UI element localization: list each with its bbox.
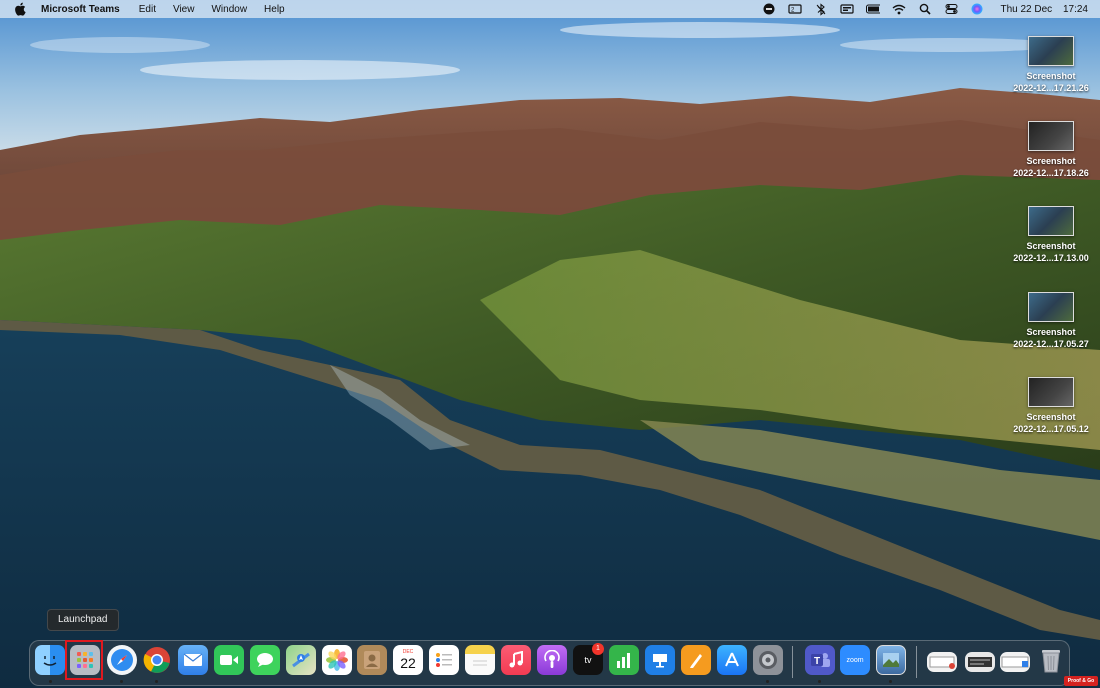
numbers-icon[interactable] bbox=[609, 645, 639, 675]
desktop-file-screenshot-4[interactable]: Screenshot 2022-12...17.05.27 bbox=[1008, 292, 1094, 350]
running-indicator bbox=[889, 680, 892, 683]
spotlight-search-icon[interactable] bbox=[918, 2, 932, 16]
screenshot-stack-icon[interactable] bbox=[965, 652, 995, 672]
app-store-icon[interactable] bbox=[717, 645, 747, 675]
running-indicator bbox=[766, 680, 769, 683]
apple-menu-icon[interactable] bbox=[14, 2, 28, 16]
file-name: Screenshot bbox=[1026, 156, 1076, 166]
file-subname: 2022-12...17.21.26 bbox=[1013, 83, 1089, 93]
bluetooth-off-icon[interactable] bbox=[814, 2, 828, 16]
dock-separator bbox=[792, 646, 793, 678]
desktop-file-screenshot-3[interactable]: Screenshot 2022-12...17.13.00 bbox=[1008, 206, 1094, 264]
messages-icon[interactable] bbox=[250, 645, 280, 675]
screenshot-thumbnail-icon bbox=[1028, 121, 1074, 151]
file-name: Screenshot bbox=[1026, 241, 1076, 251]
file-subname: 2022-12...17.05.27 bbox=[1013, 339, 1089, 349]
mail-icon[interactable] bbox=[178, 645, 208, 675]
dock-separator bbox=[916, 646, 917, 678]
keyboard-input-icon[interactable] bbox=[840, 2, 855, 16]
clock-date: Thu 22 Dec bbox=[1000, 3, 1053, 15]
safari-icon[interactable] bbox=[107, 645, 137, 675]
music-icon[interactable] bbox=[501, 645, 531, 675]
file-name: Screenshot bbox=[1026, 412, 1076, 422]
desktop-file-screenshot-1[interactable]: Screenshot 2022-12...17.21.26 bbox=[1008, 36, 1094, 94]
calendar-icon[interactable]: DEC 22 bbox=[393, 645, 423, 675]
screenshot-stack-icon[interactable] bbox=[1000, 652, 1030, 672]
launchpad-highlight-box bbox=[65, 640, 103, 680]
notification-badge: 1 bbox=[592, 643, 604, 655]
screenshot-thumbnail-icon bbox=[1028, 292, 1074, 322]
svg-text:T: T bbox=[814, 656, 820, 667]
notes-icon[interactable] bbox=[465, 645, 495, 675]
screenshot-stack-icon[interactable] bbox=[927, 652, 957, 672]
file-subname: 2022-12...17.05.12 bbox=[1013, 424, 1089, 434]
system-preferences-icon[interactable] bbox=[753, 645, 783, 675]
trash-icon[interactable] bbox=[1036, 645, 1066, 675]
running-indicator bbox=[818, 680, 821, 683]
window-menu[interactable]: Window bbox=[211, 4, 247, 15]
preview-icon[interactable] bbox=[876, 645, 906, 675]
running-indicator bbox=[49, 680, 52, 683]
wifi-icon[interactable] bbox=[892, 2, 906, 16]
edit-menu[interactable]: Edit bbox=[139, 4, 156, 15]
pages-icon[interactable] bbox=[681, 645, 711, 675]
view-menu[interactable]: View bbox=[173, 4, 195, 15]
podcasts-icon[interactable] bbox=[537, 645, 567, 675]
contacts-icon[interactable] bbox=[357, 645, 387, 675]
teams-icon[interactable]: T bbox=[805, 645, 835, 675]
screenshot-thumbnail-icon bbox=[1028, 377, 1074, 407]
desktop-wallpaper bbox=[0, 0, 1100, 688]
reminders-icon[interactable] bbox=[429, 645, 459, 675]
siri-icon[interactable] bbox=[970, 2, 984, 16]
desktop-file-screenshot-2[interactable]: Screenshot 2022-12...17.18.26 bbox=[1008, 121, 1094, 179]
menu-bar: Microsoft Teams Edit View Window Help 2 bbox=[0, 0, 1100, 18]
maps-icon[interactable] bbox=[286, 645, 316, 675]
tv-label: tv bbox=[584, 655, 592, 665]
file-name: Screenshot bbox=[1026, 327, 1076, 337]
file-subname: 2022-12...17.18.26 bbox=[1013, 168, 1089, 178]
menu-bar-clock[interactable]: Thu 22 Dec 17:24 bbox=[1000, 4, 1088, 15]
watermark-logo: Proof & Go bbox=[1064, 676, 1098, 686]
photos-icon[interactable] bbox=[322, 645, 352, 675]
help-menu[interactable]: Help bbox=[264, 4, 285, 15]
desktop-file-screenshot-5[interactable]: Screenshot 2022-12...17.05.12 bbox=[1008, 377, 1094, 435]
zoom-label: zoom bbox=[846, 656, 864, 664]
file-subname: 2022-12...17.13.00 bbox=[1013, 253, 1089, 263]
screenshot-thumbnail-icon bbox=[1028, 206, 1074, 236]
display-icon[interactable]: 2 bbox=[788, 2, 803, 16]
battery-icon[interactable] bbox=[866, 2, 881, 16]
chrome-icon[interactable] bbox=[142, 645, 172, 675]
running-indicator bbox=[155, 680, 158, 683]
finder-icon[interactable] bbox=[35, 645, 65, 675]
calendar-day: 22 bbox=[400, 655, 416, 671]
facetime-icon[interactable] bbox=[214, 645, 244, 675]
control-center-icon[interactable] bbox=[944, 2, 958, 16]
keynote-icon[interactable] bbox=[645, 645, 675, 675]
screenshot-thumbnail-icon bbox=[1028, 36, 1074, 66]
launchpad-tooltip: Launchpad bbox=[47, 609, 119, 631]
running-indicator bbox=[120, 680, 123, 683]
screen-record-icon[interactable] bbox=[762, 2, 776, 16]
clock-time: 17:24 bbox=[1062, 3, 1088, 15]
zoom-icon[interactable]: zoom bbox=[840, 645, 870, 675]
file-name: Screenshot bbox=[1026, 71, 1076, 81]
app-menu[interactable]: Microsoft Teams bbox=[41, 4, 120, 15]
